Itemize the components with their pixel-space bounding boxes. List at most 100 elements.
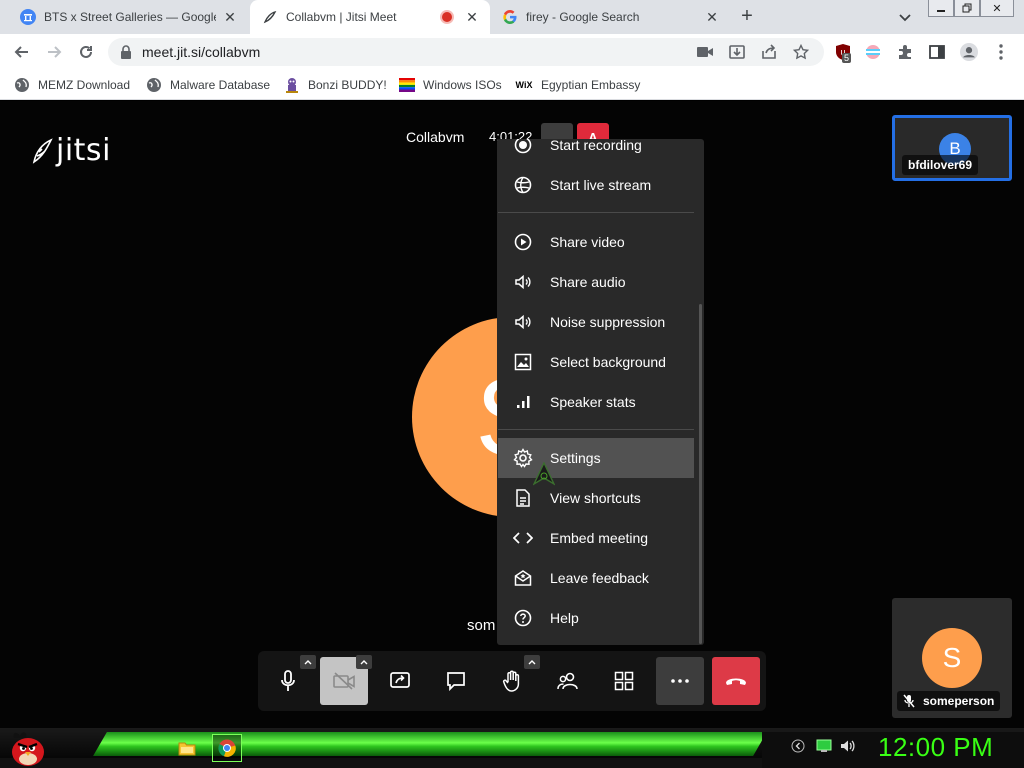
tray-chevron-icon[interactable] <box>790 738 806 754</box>
code-icon <box>512 527 534 549</box>
taskbar-clock[interactable]: 12:00 PM <box>878 732 993 763</box>
tab-jitsi[interactable]: Collabvm | Jitsi Meet ✕ <box>250 0 490 34</box>
menu-item-label: Settings <box>550 450 601 466</box>
wix-icon: WiX <box>515 80 533 90</box>
live-stream-icon <box>512 174 534 196</box>
menu-item-label: Start recording <box>550 139 642 153</box>
avatar-initial: S <box>942 642 962 673</box>
globe-icon <box>14 77 30 93</box>
bookmark-egyptian-embassy[interactable]: WiX Egyptian Embassy <box>515 76 641 94</box>
menu-item-label: Help <box>550 610 579 626</box>
back-button[interactable] <box>12 42 32 62</box>
tab-arts[interactable]: BTS x Street Galleries — Google A ✕ <box>8 0 248 34</box>
local-participant-thumbnail[interactable]: B bfdilover69 <box>892 115 1012 181</box>
menu-scrollbar[interactable] <box>699 304 702 644</box>
menu-item-noise-suppression[interactable]: Noise suppression <box>498 302 694 342</box>
menu-item-start-recording[interactable]: Start recording <box>498 139 694 165</box>
globe-icon <box>146 77 162 93</box>
start-button[interactable] <box>8 728 48 768</box>
audio-options-chevron-icon[interactable] <box>300 655 316 669</box>
menu-item-help[interactable]: Help <box>498 598 694 638</box>
close-tab-icon[interactable]: ✕ <box>704 9 720 25</box>
document-icon <box>512 487 534 509</box>
camera-permission-icon[interactable] <box>696 43 714 61</box>
close-tab-icon[interactable]: ✕ <box>464 9 480 25</box>
close-tab-icon[interactable]: ✕ <box>222 9 238 25</box>
windows-flag-icon <box>399 77 415 93</box>
help-icon <box>512 607 534 629</box>
browser-menu-icon[interactable] <box>992 43 1010 61</box>
menu-item-label: Share audio <box>550 274 626 290</box>
screen-share-button[interactable] <box>376 657 424 705</box>
restore-button[interactable] <box>954 0 980 17</box>
gear-icon <box>512 447 534 469</box>
menu-item-select-background[interactable]: Select background <box>498 342 694 382</box>
menu-item-label: Noise suppression <box>550 314 666 330</box>
bookmark-star-icon[interactable] <box>792 43 810 61</box>
remote-participant-thumbnail[interactable]: S someperson <box>892 598 1012 718</box>
extensions-puzzle-icon[interactable] <box>896 43 914 61</box>
share-icon[interactable] <box>760 43 778 61</box>
menu-divider <box>498 212 694 213</box>
reload-button[interactable] <box>76 42 96 62</box>
address-bar[interactable]: meet.jit.si/collabvm <box>108 38 824 66</box>
tab-title: Collabvm | Jitsi Meet <box>286 10 397 24</box>
menu-item-embed-meeting[interactable]: Embed meeting <box>498 518 694 558</box>
bookmark-windows-isos[interactable]: Windows ISOs <box>399 76 502 94</box>
jitsi-icon <box>262 9 278 25</box>
extension-badge: 5 <box>842 53 852 63</box>
menu-divider <box>498 429 694 430</box>
tab-title: firey - Google Search <box>526 10 640 24</box>
hangup-button[interactable] <box>712 657 760 705</box>
chat-button[interactable] <box>432 657 480 705</box>
bookmark-label: Windows ISOs <box>423 78 502 92</box>
speaker-icon <box>512 271 534 293</box>
install-app-icon[interactable] <box>728 43 746 61</box>
more-actions-button[interactable] <box>656 657 704 705</box>
new-tab-button[interactable]: + <box>736 6 758 27</box>
profile-avatar-icon[interactable] <box>960 43 978 61</box>
more-actions-menu: Start recording Start live stream Share … <box>497 139 704 645</box>
tile-view-button[interactable] <box>600 657 648 705</box>
feedback-icon <box>512 567 534 589</box>
reactions-chevron-icon[interactable] <box>524 655 540 669</box>
network-icon[interactable] <box>816 738 832 754</box>
minimize-button[interactable] <box>928 0 954 17</box>
mouse-cursor-icon <box>532 461 556 488</box>
volume-icon[interactable] <box>840 738 856 754</box>
menu-item-start-live-stream[interactable]: Start live stream <box>498 165 694 205</box>
bookmark-label: Bonzi BUDDY! <box>308 78 387 92</box>
participants-button[interactable] <box>544 657 592 705</box>
tab-search-icon[interactable] <box>896 8 914 26</box>
side-panel-icon[interactable] <box>928 43 946 61</box>
meeting-toolbox <box>258 651 766 711</box>
bookmark-label: Malware Database <box>170 78 271 92</box>
close-window-button[interactable]: ✕ <box>980 0 1014 17</box>
google-icon <box>502 9 518 25</box>
bookmark-label: MEMZ Download <box>38 78 131 92</box>
participant-name: bfdilover69 <box>902 155 979 175</box>
bookmark-bonzi-buddy[interactable]: Bonzi BUDDY! <box>284 76 387 94</box>
chrome-taskbar-icon[interactable] <box>212 734 242 762</box>
file-explorer-taskbar-icon[interactable] <box>172 734 202 762</box>
menu-item-settings[interactable]: Settings <box>498 438 694 478</box>
bookmark-label: Egyptian Embassy <box>541 78 641 92</box>
menu-item-speaker-stats[interactable]: Speaker stats <box>498 382 694 422</box>
menu-item-label: Embed meeting <box>550 530 649 546</box>
menu-item-label: Select background <box>550 354 666 370</box>
menu-item-share-audio[interactable]: Share audio <box>498 262 694 302</box>
tab-google-search[interactable]: firey - Google Search ✕ <box>490 0 730 34</box>
url-text: meet.jit.si/collabvm <box>142 44 261 60</box>
pride-extension-icon[interactable] <box>864 43 882 61</box>
bookmark-malware-database[interactable]: Malware Database <box>146 76 270 94</box>
menu-item-leave-feedback[interactable]: Leave feedback <box>498 558 694 598</box>
bookmark-memz[interactable]: MEMZ Download <box>14 76 130 94</box>
forward-button[interactable] <box>44 42 64 62</box>
video-options-chevron-icon[interactable] <box>356 655 372 669</box>
record-icon <box>512 139 534 156</box>
menu-item-label: Speaker stats <box>550 394 636 410</box>
menu-item-view-shortcuts[interactable]: View shortcuts <box>498 478 694 518</box>
logo-text: jitsi <box>56 133 111 168</box>
menu-item-share-video[interactable]: Share video <box>498 222 694 262</box>
ublock-extension-icon[interactable]: u 5 <box>834 43 852 63</box>
